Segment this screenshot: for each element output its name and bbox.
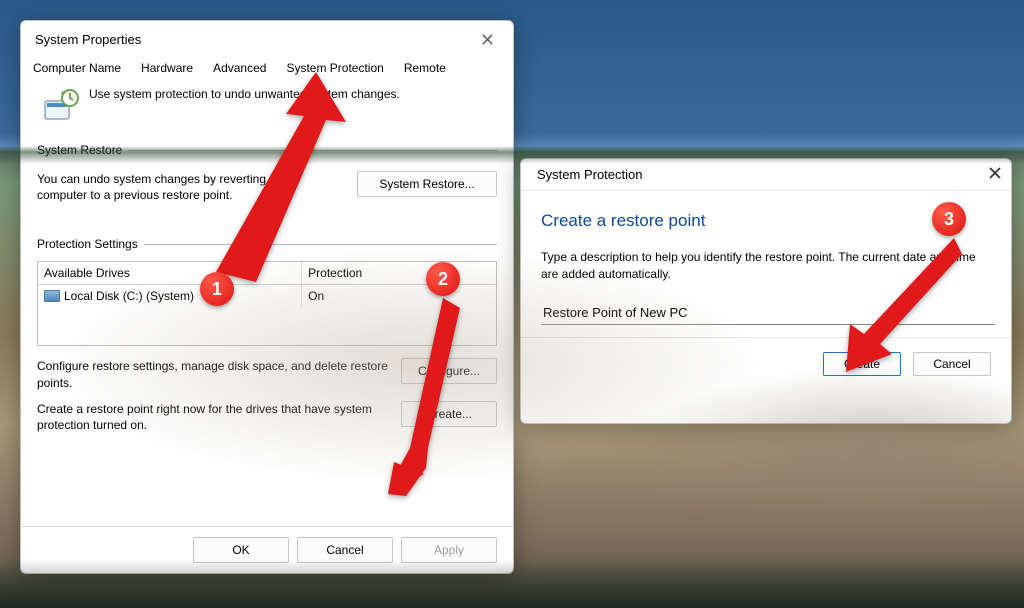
annotation-arrow-3: [844, 238, 964, 381]
annotation-badge-2: 2: [426, 262, 460, 296]
desktop-background: System Properties Computer Name Hardware…: [0, 0, 1024, 608]
tab-hardware[interactable]: Hardware: [137, 59, 197, 77]
close-button[interactable]: [471, 27, 503, 51]
create-point-button[interactable]: Create...: [401, 401, 497, 427]
annotation-badge-1: 1: [200, 272, 234, 306]
system-properties-window: System Properties Computer Name Hardware…: [20, 20, 514, 574]
create-restore-point-dialog: System Protection Create a restore point…: [520, 158, 1012, 424]
close-icon: [989, 167, 1001, 179]
annotation-arrow-1: [216, 72, 336, 295]
restore-point-name-input[interactable]: [541, 301, 995, 325]
close-icon: [482, 34, 493, 45]
dialog-button-row: OK Cancel Apply: [21, 526, 513, 573]
drives-header-protection: Protection: [302, 262, 496, 284]
drive-icon: [44, 290, 60, 302]
dialog-create-button[interactable]: Create: [823, 352, 901, 376]
protection-settings-legend: Protection Settings: [37, 237, 144, 251]
ok-button[interactable]: OK: [193, 537, 289, 563]
system-restore-legend: System Restore: [37, 143, 128, 157]
dialog-heading: Create a restore point: [541, 211, 991, 231]
window-title: System Properties: [35, 32, 141, 47]
tab-strip: Computer Name Hardware Advanced System P…: [21, 53, 513, 77]
configure-button[interactable]: Configure...: [401, 358, 497, 384]
drives-header-name: Available Drives: [38, 262, 302, 284]
restore-description: You can undo system changes by reverting…: [37, 171, 345, 203]
system-restore-group: System Restore You can undo system chang…: [37, 143, 497, 213]
apply-button: Apply: [401, 537, 497, 563]
dialog-close-button[interactable]: [989, 167, 1001, 182]
restore-shield-icon: [43, 87, 79, 123]
annotation-badge-3: 3: [932, 202, 966, 236]
annotation-arrow-2: [388, 298, 468, 501]
cancel-button[interactable]: Cancel: [297, 537, 393, 563]
protection-settings-group: Protection Settings Available Drives Pro…: [37, 237, 497, 443]
system-restore-button[interactable]: System Restore...: [357, 171, 497, 197]
dialog-cancel-button[interactable]: Cancel: [913, 352, 991, 376]
configure-description: Configure restore settings, manage disk …: [37, 358, 389, 390]
dialog-title: System Protection: [537, 167, 643, 182]
tab-system-protection[interactable]: System Protection: [282, 59, 387, 77]
intro-text: Use system protection to undo unwanted s…: [89, 87, 400, 101]
create-description: Create a restore point right now for the…: [37, 401, 389, 433]
dialog-description: Type a description to help you identify …: [541, 249, 991, 283]
drive-protection: On: [302, 285, 496, 307]
tab-remote[interactable]: Remote: [400, 59, 450, 77]
tab-computer-name[interactable]: Computer Name: [29, 59, 125, 77]
drive-name: Local Disk (C:) (System): [64, 289, 194, 303]
drive-row[interactable]: Local Disk (C:) (System) On: [38, 285, 496, 307]
tab-advanced[interactable]: Advanced: [209, 59, 270, 77]
